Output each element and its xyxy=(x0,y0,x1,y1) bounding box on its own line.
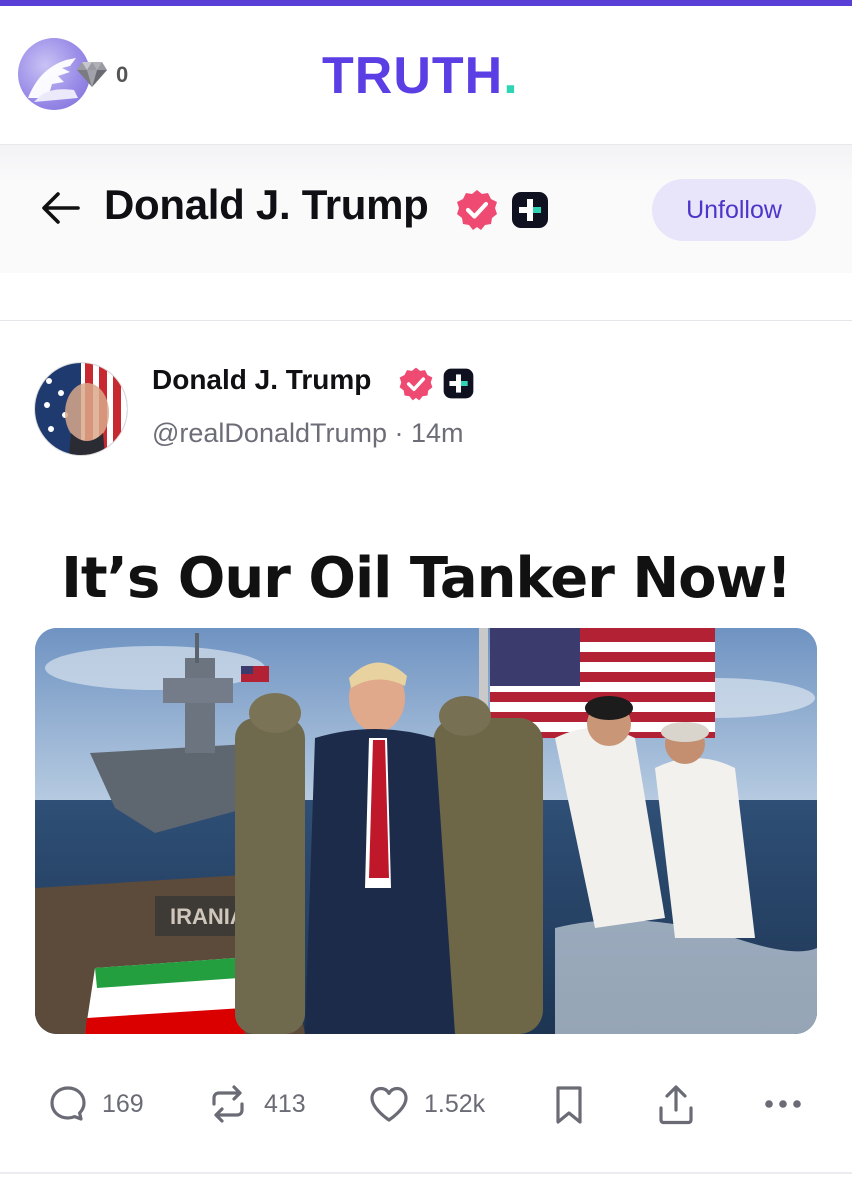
page-title: Donald J. Trump xyxy=(104,181,429,228)
share-icon xyxy=(659,1085,693,1125)
retruth-count: 413 xyxy=(264,1089,306,1118)
gem-icon[interactable] xyxy=(76,60,108,88)
verified-badge-icon xyxy=(399,367,433,401)
post-action-bar: 169 413 1.52k xyxy=(0,1070,852,1140)
gem-count: 0 xyxy=(116,62,129,87)
bookmark-icon xyxy=(556,1086,582,1124)
brand-name: TRUTH xyxy=(322,47,504,105)
like-button[interactable]: 1.52k xyxy=(368,1084,485,1124)
post-image[interactable]: IRANIA xyxy=(35,628,817,1034)
post-divider xyxy=(0,1172,852,1174)
reply-button[interactable]: 169 xyxy=(48,1084,144,1124)
plus-badge-icon xyxy=(443,368,474,399)
tanker-scene-illustration: IRANIA xyxy=(35,628,817,1034)
like-count: 1.52k xyxy=(424,1089,486,1118)
reply-count: 169 xyxy=(102,1089,144,1118)
post-author-name[interactable]: Donald J. Trump xyxy=(152,364,371,396)
bookmark-button[interactable] xyxy=(552,1084,586,1126)
unfollow-button[interactable]: Unfollow xyxy=(652,179,816,241)
retruth-icon xyxy=(212,1085,244,1123)
more-icon xyxy=(765,1100,801,1108)
post-handle[interactable]: @realDonaldTrump xyxy=(152,418,387,448)
profile-header: Donald J. Trump Unfollow xyxy=(0,144,852,274)
post-image-title: It’s Our Oil Tanker Now! xyxy=(61,546,792,611)
share-button[interactable] xyxy=(656,1084,696,1126)
verified-badge-icon xyxy=(457,190,497,230)
back-arrow-icon[interactable] xyxy=(40,191,80,225)
retruth-button[interactable]: 413 xyxy=(206,1084,306,1124)
plus-badge-icon xyxy=(512,192,548,228)
app-top-bar: 0 TRUTH. xyxy=(0,6,852,144)
reply-icon xyxy=(50,1086,86,1121)
header-divider-band xyxy=(0,273,852,321)
truth-logo[interactable]: TRUTH. xyxy=(322,46,519,106)
tanker-label-text: IRANIA xyxy=(170,904,246,929)
like-icon xyxy=(370,1086,408,1122)
more-options-button[interactable] xyxy=(762,1084,804,1124)
post-handle-time[interactable]: @realDonaldTrump · 14m xyxy=(152,418,464,449)
author-avatar[interactable] xyxy=(34,362,128,456)
post-time: · 14m xyxy=(394,418,464,448)
brand-dot: . xyxy=(503,47,519,105)
flag-portrait-avatar xyxy=(35,363,127,455)
